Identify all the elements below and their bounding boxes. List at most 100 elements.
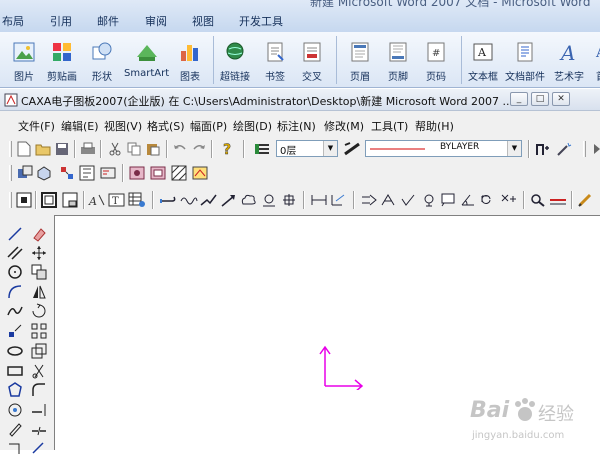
- ribbon-crossref-button[interactable]: 交叉: [300, 34, 324, 86]
- ribbon-chart-button[interactable]: 图表: [178, 34, 202, 86]
- menu-tools[interactable]: 工具(T): [371, 118, 408, 134]
- ribbon-smartart-button[interactable]: SmartArt: [124, 34, 169, 86]
- scroll-right-icon[interactable]: [588, 140, 600, 158]
- rectangle-icon[interactable]: [6, 362, 24, 380]
- fillet-icon[interactable]: [30, 381, 48, 399]
- geometric-tolerance-icon[interactable]: [420, 191, 438, 209]
- help-question-icon[interactable]: ?: [219, 140, 237, 158]
- eraser-icon[interactable]: [30, 225, 48, 243]
- text-insert-icon[interactable]: T: [108, 191, 126, 209]
- block-attribute-icon[interactable]: [99, 164, 117, 182]
- point-icon[interactable]: [6, 322, 24, 340]
- menu-sheet[interactable]: 幅面(P): [190, 118, 227, 134]
- minimize-button[interactable]: _: [510, 92, 528, 106]
- cloud-icon[interactable]: [240, 191, 258, 209]
- angle-mark-icon[interactable]: [460, 191, 478, 209]
- menu-file[interactable]: 文件(F): [18, 118, 55, 134]
- arc-icon[interactable]: [6, 283, 24, 301]
- trim-icon[interactable]: [30, 362, 48, 380]
- block-edit-icon[interactable]: [78, 164, 96, 182]
- ribbon-quickparts-button[interactable]: 文档部件: [505, 34, 545, 86]
- copy-icon[interactable]: [125, 140, 143, 158]
- line-hook-icon[interactable]: [160, 191, 178, 209]
- menu-edit[interactable]: 编辑(E): [61, 118, 99, 134]
- linetype-icon[interactable]: [343, 140, 361, 158]
- hatch-pattern-icon[interactable]: [170, 164, 188, 182]
- menu-format[interactable]: 格式(S): [147, 118, 185, 134]
- parallel-line-icon[interactable]: [6, 244, 24, 262]
- ribbon-hyperlink-button[interactable]: 超链接: [220, 34, 250, 86]
- ellipse-icon[interactable]: [6, 342, 24, 360]
- break-icon[interactable]: [30, 420, 48, 438]
- break-line-icon[interactable]: [200, 191, 218, 209]
- redo-icon[interactable]: [190, 140, 208, 158]
- extend-icon[interactable]: [30, 401, 48, 419]
- ribbon-clipart-button[interactable]: 剪贴画: [47, 34, 77, 86]
- print-icon[interactable]: [79, 140, 97, 158]
- sketch-pen-icon[interactable]: [6, 420, 24, 438]
- paste-icon[interactable]: [144, 140, 162, 158]
- dimension-edit-icon[interactable]: [330, 191, 348, 209]
- titleblock-icon[interactable]: [61, 191, 79, 209]
- toolbar-grip[interactable]: [9, 192, 12, 208]
- gradient-fill-icon[interactable]: [191, 164, 209, 182]
- layer-select[interactable]: 0层 ▼: [276, 140, 338, 157]
- line-icon[interactable]: [6, 225, 24, 243]
- property-match-icon[interactable]: [534, 140, 552, 158]
- toolbar-grip[interactable]: [9, 165, 12, 181]
- block-insert-icon[interactable]: [35, 164, 53, 182]
- menu-modify[interactable]: 修改(M): [324, 118, 364, 134]
- ole-object-icon[interactable]: [149, 164, 167, 182]
- spline-icon[interactable]: [6, 302, 24, 320]
- image-insert-icon[interactable]: [128, 164, 146, 182]
- undo-icon[interactable]: [171, 140, 189, 158]
- save-icon[interactable]: [53, 140, 71, 158]
- copy-objects-icon[interactable]: [30, 263, 48, 281]
- block-create-icon[interactable]: [16, 164, 34, 182]
- menu-dimension[interactable]: 标注(N): [277, 118, 316, 134]
- layer-manager-icon[interactable]: [253, 140, 271, 158]
- ribbon-textbox-button[interactable]: A 文本框: [468, 34, 498, 86]
- polygon-icon[interactable]: [6, 381, 24, 399]
- menu-help[interactable]: 帮助(H): [415, 118, 454, 134]
- cut-icon[interactable]: [106, 140, 124, 158]
- dimension-icon[interactable]: [310, 191, 328, 209]
- centerline-icon[interactable]: [6, 401, 24, 419]
- tab-layout[interactable]: 布局: [2, 13, 24, 29]
- circle-icon[interactable]: [6, 263, 24, 281]
- center-mark-icon[interactable]: [280, 191, 298, 209]
- open-folder-icon[interactable]: [34, 140, 52, 158]
- ribbon-shapes-button[interactable]: 形状: [90, 34, 114, 86]
- arrow-line-icon[interactable]: [220, 191, 238, 209]
- weld-symbol-icon[interactable]: [380, 191, 398, 209]
- toolbar-grip[interactable]: [583, 141, 586, 157]
- parts-number-icon[interactable]: [480, 191, 498, 209]
- ribbon-footer-button[interactable]: 页脚: [386, 34, 410, 86]
- block-explode-icon[interactable]: [58, 164, 76, 182]
- ribbon-pagenumber-button[interactable]: # 页码: [424, 34, 448, 86]
- query-icon[interactable]: [529, 191, 547, 209]
- lengthen-icon[interactable]: [30, 439, 48, 457]
- ribbon-bookmark-button[interactable]: 书签: [263, 34, 287, 86]
- tab-references[interactable]: 引用: [50, 13, 72, 29]
- hook-line-icon[interactable]: [6, 439, 24, 457]
- array-icon[interactable]: [30, 322, 48, 340]
- close-button[interactable]: ✕: [552, 92, 570, 106]
- tab-review[interactable]: 审阅: [145, 13, 167, 29]
- measure-icon[interactable]: [549, 191, 567, 209]
- frame-icon[interactable]: [40, 191, 58, 209]
- pencil-icon[interactable]: [577, 191, 595, 209]
- scale-icon[interactable]: [30, 342, 48, 360]
- surface-finish-icon[interactable]: [400, 191, 418, 209]
- tab-mailings[interactable]: 邮件: [97, 13, 119, 29]
- wave-line-icon[interactable]: [180, 191, 198, 209]
- restore-button[interactable]: □: [531, 92, 549, 106]
- rotate-icon[interactable]: [30, 302, 48, 320]
- magic-wand-icon[interactable]: [555, 140, 573, 158]
- ribbon-dropcap-button[interactable]: A 首: [589, 34, 600, 86]
- ribbon-wordart-button[interactable]: A 艺术字: [554, 34, 584, 86]
- toolbar-grip[interactable]: [9, 141, 12, 157]
- datum-icon[interactable]: [360, 191, 378, 209]
- ribbon-picture-button[interactable]: 图片: [12, 34, 36, 86]
- fullscreen-icon[interactable]: [15, 191, 33, 209]
